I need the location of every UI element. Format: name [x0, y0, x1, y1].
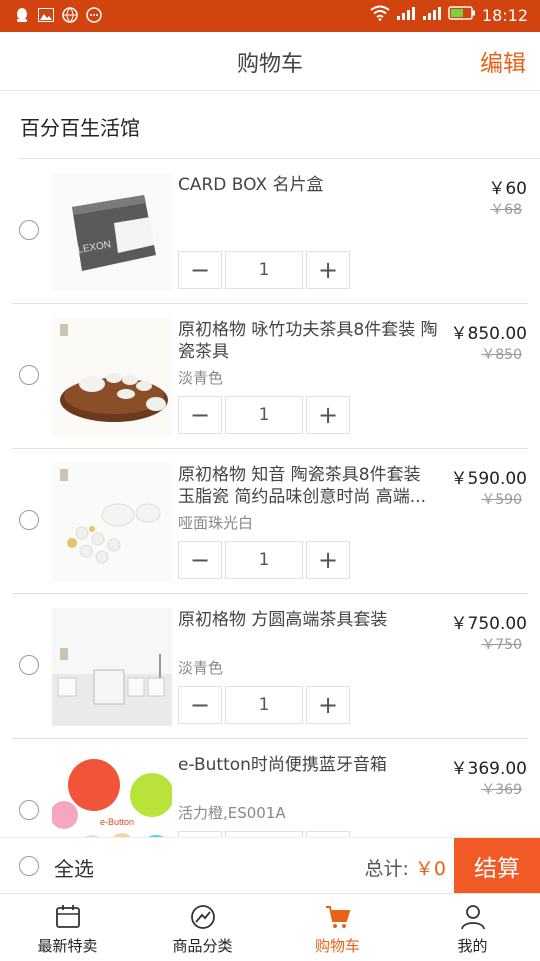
product-spec: 淡青色: [178, 369, 224, 387]
category-icon: [190, 904, 216, 930]
item-select-radio[interactable]: [19, 365, 39, 385]
product-price: ￥750.00: [450, 614, 527, 634]
product-price: ￥590.00: [450, 469, 527, 489]
increase-quantity-button[interactable]: +: [306, 251, 350, 289]
cart-item: 原初格物 方圆高端茶具套装 淡青色 ￥750.00 ￥750 − 1 +: [0, 594, 540, 739]
quantity-input[interactable]: 1: [225, 541, 303, 579]
product-name[interactable]: 原初格物 咏竹功夫茶具8件套装 陶瓷茶具: [178, 319, 442, 363]
svg-text:e-Button: e-Button: [100, 817, 134, 827]
app-header: 购物车 编辑: [0, 32, 540, 91]
product-price: ￥369.00: [450, 759, 527, 779]
product-image-bamboo-tea-set[interactable]: [52, 318, 172, 436]
wifi-icon: [370, 5, 390, 25]
store-name[interactable]: 百分百生活馆: [20, 112, 140, 141]
product-name[interactable]: 原初格物 知音 陶瓷茶具8件套装 玉脂瓷 简约品味创意时尚 高端...: [178, 464, 442, 508]
select-all-label[interactable]: 全选: [54, 853, 94, 882]
product-image-card-box[interactable]: LEXON: [52, 173, 172, 291]
cart-icon: [325, 904, 351, 930]
status-time: 18:12: [481, 5, 528, 25]
tab-cart[interactable]: 购物车: [270, 894, 405, 961]
signal-icon: [422, 5, 442, 25]
signal-icon: [396, 5, 416, 25]
quantity-input[interactable]: 1: [225, 251, 303, 289]
total-value: ￥0: [414, 858, 446, 880]
product-spec: 活力橙,ES001A: [178, 804, 286, 822]
product-price: ￥60: [488, 179, 527, 199]
gallery-icon: [38, 7, 54, 23]
cart-item: LEXON CARD BOX 名片盒 ￥60 ￥68 − 1 +: [0, 159, 540, 304]
product-name[interactable]: CARD BOX 名片盒: [178, 174, 442, 196]
cart-item: 原初格物 知音 陶瓷茶具8件套装 玉脂瓷 简约品味创意时尚 高端... 哑面珠光…: [0, 449, 540, 594]
product-price: ￥850.00: [450, 324, 527, 344]
original-price: ￥750: [481, 637, 522, 653]
tab-categories[interactable]: 商品分类: [135, 894, 270, 961]
product-name[interactable]: e-Button时尚便携蓝牙音箱: [178, 754, 442, 776]
calendar-icon: [55, 904, 81, 930]
product-image-fangyuan-tea-set[interactable]: [52, 608, 172, 726]
checkout-bar: 全选 总计: ￥0 结算: [0, 837, 540, 894]
item-select-radio[interactable]: [19, 510, 39, 530]
decrease-quantity-button[interactable]: −: [178, 396, 222, 434]
quantity-stepper: − 1 +: [178, 251, 350, 289]
checkout-button[interactable]: 结算: [454, 838, 540, 894]
original-price: ￥590: [481, 492, 522, 508]
original-price: ￥68: [490, 202, 522, 218]
product-spec: 哑面珠光白: [178, 514, 254, 532]
product-spec: 淡青色: [178, 659, 224, 677]
decrease-quantity-button[interactable]: −: [178, 686, 222, 724]
cart-item-list[interactable]: LEXON CARD BOX 名片盒 ￥60 ￥68 − 1 + 原初格物 咏竹…: [0, 159, 540, 837]
increase-quantity-button[interactable]: +: [306, 541, 350, 579]
edit-button[interactable]: 编辑: [480, 44, 526, 78]
tab-label: 购物车: [314, 937, 360, 955]
item-select-radio[interactable]: [19, 800, 39, 820]
quantity-input[interactable]: 1: [225, 396, 303, 434]
total-label: 总计:: [364, 858, 409, 880]
tab-label: 我的: [457, 937, 488, 955]
decrease-quantity-button[interactable]: −: [178, 541, 222, 579]
bottom-tab-bar: 最新特卖 商品分类 购物车 我的: [0, 893, 540, 961]
decrease-quantity-button[interactable]: −: [178, 251, 222, 289]
product-image-zhiyin-tea-set[interactable]: [52, 463, 172, 581]
select-all-radio[interactable]: [19, 856, 39, 876]
status-bar: 18:12: [0, 0, 540, 32]
tab-latest-sale[interactable]: 最新特卖: [0, 894, 135, 961]
increase-quantity-button[interactable]: +: [306, 396, 350, 434]
product-name[interactable]: 原初格物 方圆高端茶具套装: [178, 609, 442, 631]
quantity-input[interactable]: 1: [225, 686, 303, 724]
item-select-radio[interactable]: [19, 220, 39, 240]
cart-item: e-Button e-Button时尚便携蓝牙音箱 活力橙,ES001A ￥36…: [0, 739, 540, 837]
increase-quantity-button[interactable]: +: [306, 686, 350, 724]
cart-item: 原初格物 咏竹功夫茶具8件套装 陶瓷茶具 淡青色 ￥850.00 ￥850 − …: [0, 304, 540, 449]
battery-icon: [448, 5, 476, 25]
tab-mine[interactable]: 我的: [405, 894, 540, 961]
qq-icon: [14, 7, 30, 23]
more-icon: [86, 7, 102, 23]
original-price: ￥369: [481, 782, 522, 798]
tab-label: 商品分类: [172, 937, 233, 955]
user-icon: [460, 904, 486, 930]
quantity-stepper: − 1 +: [178, 541, 350, 579]
quantity-stepper: − 1 +: [178, 396, 350, 434]
original-price: ￥850: [481, 347, 522, 363]
page-title: 购物车: [236, 52, 303, 77]
quantity-stepper: − 1 +: [178, 686, 350, 724]
total-summary: 总计: ￥0: [364, 854, 446, 881]
globe-icon: [62, 7, 78, 23]
product-image-ebutton-speaker[interactable]: e-Button: [50, 753, 174, 837]
item-select-radio[interactable]: [19, 655, 39, 675]
tab-label: 最新特卖: [37, 937, 98, 955]
